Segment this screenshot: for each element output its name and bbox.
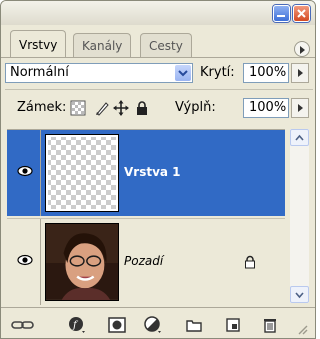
scrollbar[interactable]: [290, 129, 309, 303]
tab-kanaly[interactable]: Kanály: [73, 33, 132, 57]
layer-row[interactable]: Pozadí: [7, 218, 285, 305]
close-icon: [297, 9, 306, 18]
dropdown-button[interactable]: [175, 65, 191, 81]
new-layer-icon[interactable]: [224, 316, 242, 334]
lock-label: Zámek:: [17, 100, 67, 115]
layers-toolbar: f: [1, 307, 315, 338]
fill-value: 100%: [249, 100, 287, 115]
chevron-down-icon: [295, 292, 304, 299]
layer-name[interactable]: Vrstva 1: [124, 164, 181, 180]
eye-icon[interactable]: [17, 254, 33, 266]
lock-position-icon[interactable]: [113, 100, 129, 116]
scroll-down-button[interactable]: [290, 286, 309, 303]
divider: [40, 130, 41, 216]
chevron-up-icon: [295, 134, 304, 141]
lock-image-icon[interactable]: [94, 100, 110, 116]
tab-label: Cesty: [149, 39, 183, 53]
adjustment-layer-icon[interactable]: [144, 316, 162, 334]
fill-input[interactable]: 100%: [243, 98, 289, 118]
new-group-icon[interactable]: [185, 316, 203, 334]
eye-icon[interactable]: [17, 165, 33, 177]
layer-name[interactable]: Pozadí: [124, 253, 163, 269]
lock-all-icon[interactable]: [134, 100, 150, 116]
arrow-right-icon: [298, 104, 303, 112]
minimize-icon: [277, 15, 285, 17]
chevron-down-icon: [178, 70, 188, 77]
opacity-value: 100%: [249, 65, 287, 80]
layer-thumbnail[interactable]: [45, 134, 119, 212]
delete-layer-icon[interactable]: [261, 316, 279, 334]
tab-vrstvy[interactable]: Vrstvy: [10, 30, 67, 58]
layer-thumbnail[interactable]: [45, 223, 119, 301]
title-bar[interactable]: [1, 1, 315, 25]
close-button[interactable]: [293, 5, 310, 22]
tab-bar: Cesty Kanály Vrstvy: [1, 27, 315, 59]
layer-row[interactable]: Vrstva 1: [7, 130, 285, 216]
tab-label: Kanály: [82, 39, 123, 53]
arrow-right-icon: [298, 69, 303, 77]
fill-label: Výplň:: [175, 100, 216, 115]
layer-style-icon[interactable]: f: [68, 316, 86, 334]
tab-cesty[interactable]: Cesty: [140, 33, 192, 57]
blend-mode-value: Normální: [10, 65, 69, 80]
panel-menu-button[interactable]: [294, 41, 310, 57]
fill-slider-button[interactable]: [291, 98, 309, 118]
link-layers-icon[interactable]: [11, 316, 35, 334]
blend-mode-select[interactable]: Normální: [5, 63, 193, 83]
opacity-input[interactable]: 100%: [243, 63, 289, 83]
menu-arrow-icon: [300, 46, 305, 54]
layer-mask-icon[interactable]: [108, 316, 126, 334]
lock-transparency-icon[interactable]: [70, 100, 86, 116]
scroll-up-button[interactable]: [290, 129, 309, 146]
minimize-button[interactable]: [273, 5, 290, 22]
layers-list: Vrstva 1 Pozadí: [7, 129, 285, 305]
resize-grip-icon[interactable]: [295, 322, 309, 336]
layers-panel: Cesty Kanály Vrstvy Normální Krytí: 100%…: [0, 0, 316, 339]
tab-label: Vrstvy: [19, 38, 58, 52]
divider: [5, 89, 313, 90]
divider: [40, 219, 41, 305]
lock-icon: [245, 255, 255, 269]
opacity-label: Krytí:: [200, 65, 235, 80]
tab-divider: [1, 57, 315, 58]
opacity-slider-button[interactable]: [291, 63, 309, 83]
